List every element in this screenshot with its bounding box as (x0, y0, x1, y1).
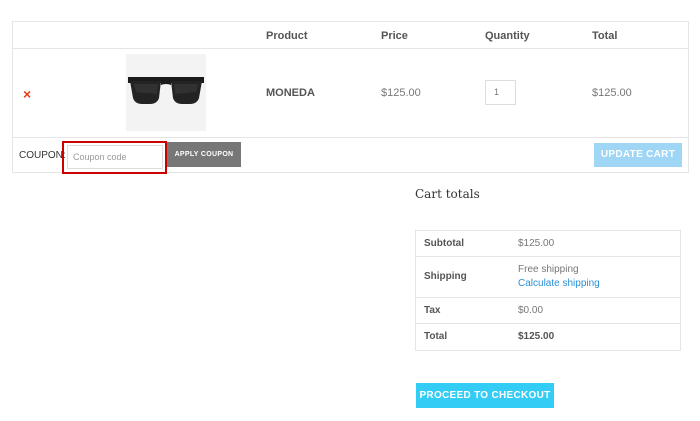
coupon-highlight: Coupon code (62, 141, 167, 174)
shipping-value: Free shipping (518, 264, 579, 275)
order-total-label: Total (424, 331, 448, 342)
sunglasses-icon (126, 54, 206, 131)
subtotal-value: $125.00 (518, 238, 555, 249)
header-product: Product (266, 30, 308, 42)
header-price: Price (381, 30, 408, 42)
coupon-input[interactable]: Coupon code (67, 145, 163, 169)
cart-table: Product Price Quantity Total × MONEDA $1… (12, 21, 689, 174)
subtotal-label: Subtotal (424, 238, 464, 249)
product-total: $125.00 (592, 87, 632, 99)
tax-label: Tax (424, 305, 441, 316)
shipping-label: Shipping (424, 271, 467, 282)
product-price: $125.00 (381, 87, 421, 99)
apply-coupon-button[interactable]: APPLY COUPON (167, 142, 241, 167)
order-total-row: Total $125.00 (416, 324, 680, 350)
proceed-to-checkout-button[interactable]: PROCEED TO CHECKOUT (416, 383, 554, 408)
coupon-label: COUPON: (19, 150, 66, 161)
update-cart-button[interactable]: UPDATE CART (594, 143, 682, 167)
quantity-input[interactable]: 1 (485, 80, 516, 105)
cart-actions: COUPON: Coupon code APPLY COUPON UPDATE … (13, 138, 688, 174)
order-total-value: $125.00 (518, 331, 555, 342)
product-name[interactable]: MONEDA (266, 87, 315, 99)
remove-item-button[interactable]: × (23, 86, 31, 102)
calculate-shipping-link[interactable]: Calculate shipping (518, 278, 600, 289)
shipping-row: Shipping Free shipping Calculate shippin… (416, 257, 680, 298)
product-thumbnail[interactable] (126, 54, 206, 131)
cart-totals-table: Subtotal $125.00 Shipping Free shipping … (415, 230, 681, 351)
tax-value: $0.00 (518, 305, 544, 316)
subtotal-row: Subtotal $125.00 (416, 231, 680, 257)
cart-table-header: Product Price Quantity Total (13, 22, 688, 49)
tax-row: Tax $0.00 (416, 298, 680, 324)
header-quantity: Quantity (485, 30, 530, 42)
header-total: Total (592, 30, 618, 42)
cart-totals-title: Cart totals (415, 187, 480, 201)
cart-item-row: × MONEDA $125.00 1 $125.00 (13, 49, 688, 138)
